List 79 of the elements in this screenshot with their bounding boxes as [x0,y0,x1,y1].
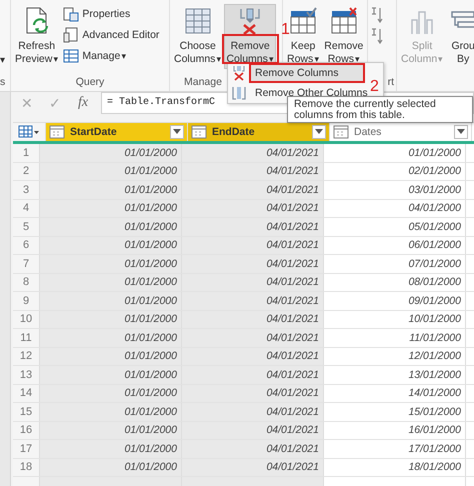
table-cell: 04/01/2021 [266,442,319,455]
table-cell: 15/01/2000 [408,406,461,418]
table-cell: 14/01/2000 [408,387,461,400]
table-cell: 01/01/2000 [124,387,177,400]
row-number: 15 [20,406,32,418]
row-number: 6 [22,239,30,252]
table-cell: 01/01/2000 [124,368,177,381]
table-cell: 04/01/2021 [266,258,319,270]
table-cell: 01/01/2000 [124,332,177,344]
table-cell: 06/01/2000 [408,239,461,252]
table-cell: 16/01/2000 [408,424,461,436]
table-cell: 11/01/2000 [409,332,461,344]
table-cell: 01/01/2000 [124,184,177,196]
table-cell: 18/01/2000 [408,461,461,474]
table-cell: 01/01/2000 [124,442,177,455]
table-cell: 01/01/2000 [124,165,177,178]
table-cell: 04/01/2021 [266,220,319,233]
table-cell: 04/01/2021 [266,461,319,474]
group-label: s [0,75,6,89]
table-cell: 17/01/2000 [408,442,461,455]
table-cell: 04/01/2021 [266,368,319,381]
tooltip: Remove the currently selected columns from this table. [287,96,473,123]
row-number: 16 [20,424,32,436]
table-cell: 01/01/2000 [124,258,177,270]
table-cell: 01/01/2000 [124,424,177,436]
table-cell: 04/01/2021 [266,184,319,196]
table-cell: 10/01/2000 [408,313,461,326]
table-cell: 03/01/2000 [408,184,461,196]
row-number: 2 [22,165,30,178]
table-cell: 01/01/2000 [124,239,177,252]
group-label: Query [76,75,104,89]
table-cell: 04/01/2021 [266,239,319,252]
table-cell: 04/01/2021 [266,350,319,362]
table-cell: 07/01/2000 [408,258,461,270]
table-cell: 13/01/2000 [408,368,461,381]
table-cell: 04/01/2021 [266,165,319,178]
table-cell: 01/01/2000 [408,146,461,159]
row-number: 14 [20,387,32,400]
row-number: 10 [20,313,32,326]
row-number: 11 [20,332,32,344]
table-cell: 04/01/2000 [408,202,461,214]
table-cell: 04/01/2021 [266,332,319,344]
group-label: Manage [184,75,222,89]
table-cell: 04/01/2021 [266,276,319,288]
row-number: 7 [22,258,30,270]
row-number: 1 [22,146,30,159]
step-number: 2 [370,79,379,95]
step-number: 1 [281,22,290,38]
group-label: rt [388,75,394,89]
row-number: 17 [20,442,32,455]
table-cell: 02/01/2000 [408,165,461,178]
table-cell: 01/01/2000 [124,276,177,288]
row-number: 13 [20,368,32,381]
table-cell: 01/01/2000 [124,406,177,418]
table-cell: 01/01/2000 [124,146,177,159]
row-number: 18 [20,461,32,474]
row-number: 8 [22,276,30,288]
table-cell: 04/01/2021 [266,294,319,307]
table-cell: 04/01/2021 [266,146,319,159]
table-cell: 08/01/2000 [408,276,461,288]
table-cell: 04/01/2021 [266,406,319,418]
table-cell: 01/01/2000 [124,202,177,214]
table-cell: 04/01/2021 [266,387,319,400]
table-cell: 04/01/2021 [266,202,319,214]
table-cell: 12/01/2000 [408,350,461,362]
table-cell: 04/01/2021 [266,313,319,326]
row-number: 9 [22,294,30,307]
row-number: 5 [22,220,30,233]
row-number: 4 [22,202,30,214]
row-number: 3 [22,184,30,196]
row-number: 12 [20,350,32,362]
table-cell: 04/01/2021 [266,424,319,436]
table-cell: 01/01/2000 [124,313,177,326]
table-cell: 09/01/2000 [408,294,461,307]
table-cell: 01/01/2000 [124,294,177,307]
table-cell: 01/01/2000 [124,350,177,362]
table-cell: 01/01/2000 [124,220,177,233]
table-cell: 05/01/2000 [408,220,461,233]
table-cell: 01/01/2000 [124,461,177,474]
